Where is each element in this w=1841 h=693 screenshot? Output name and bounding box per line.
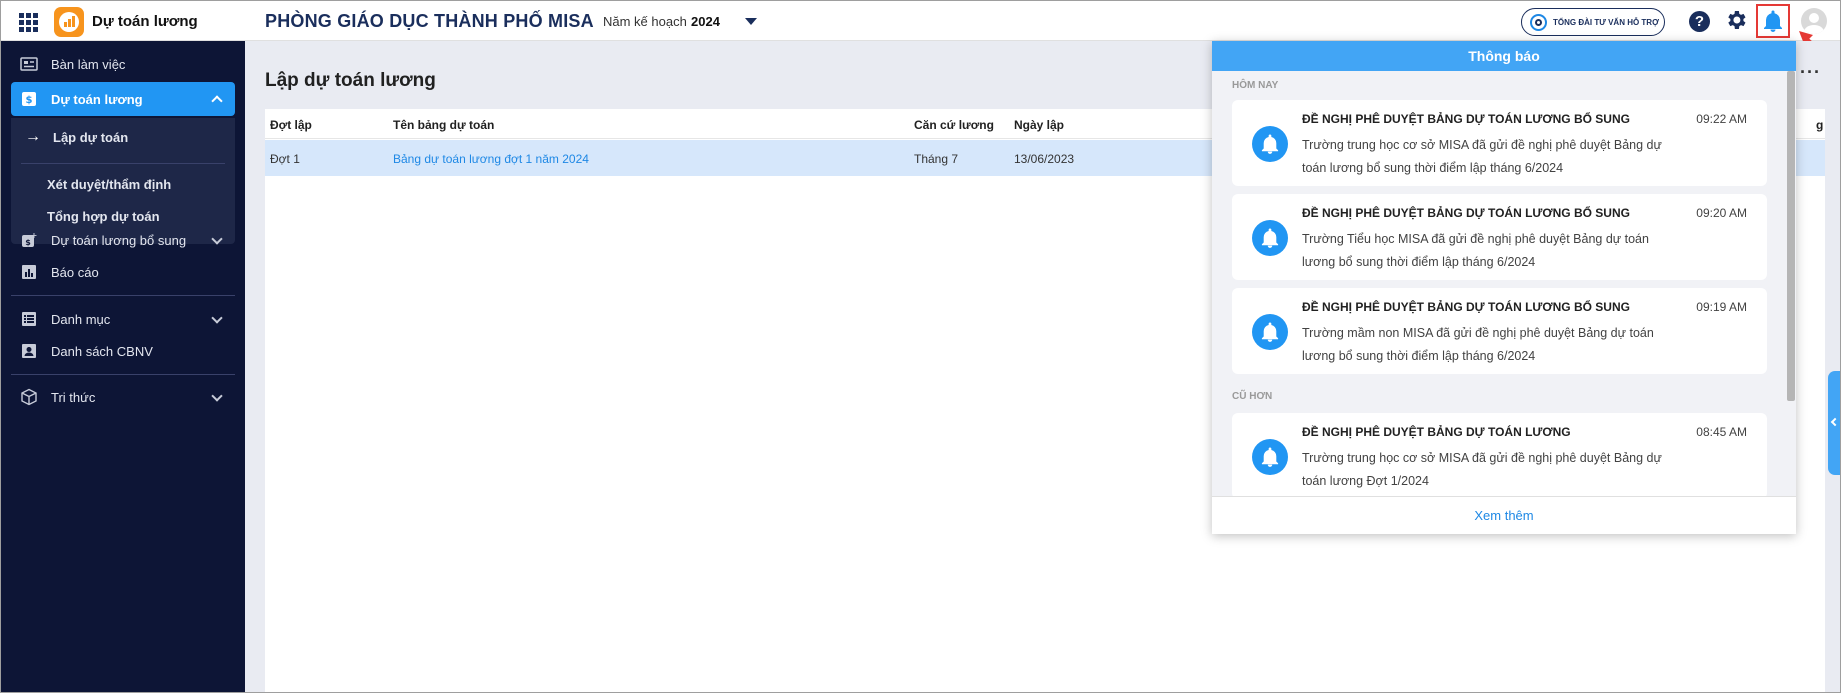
- cell-batch: Đợt 1: [270, 152, 300, 166]
- notification-item-time: 08:45 AM: [1696, 425, 1747, 439]
- sidebar-subitem-label: Lập dự toán: [53, 129, 129, 145]
- notification-item-body: Trường trung học cơ sở MISA đã gửi đề ng…: [1302, 451, 1662, 488]
- notification-item-title: ĐỀ NGHỊ PHÊ DUYỆT BẢNG DỰ TOÁN LƯƠNG BỔ …: [1302, 300, 1630, 314]
- plan-year-value[interactable]: 2024: [691, 14, 720, 29]
- notification-list[interactable]: HÔM NAY ĐỀ NGHỊ PHÊ DUYỆT BẢNG DỰ TOÁN L…: [1212, 71, 1796, 496]
- sidebar: Bàn làm việc $ Dự toán lương → Lập dự to…: [1, 41, 245, 692]
- bell-icon: [1252, 126, 1288, 162]
- notification-item[interactable]: ĐỀ NGHỊ PHÊ DUYỆT BẢNG DỰ TOÁN LƯƠNG 08:…: [1232, 413, 1767, 496]
- notification-item-time: 09:20 AM: [1696, 206, 1747, 220]
- cell-salary-basis: Tháng 7: [914, 152, 959, 166]
- sidebar-item-label: Dự toán lương bổ sung: [51, 232, 187, 248]
- apps-grid-icon[interactable]: [19, 13, 39, 32]
- report-icon: [19, 264, 39, 280]
- sidebar-item-catalog[interactable]: Danh mục: [11, 302, 235, 336]
- chevron-down-icon[interactable]: [211, 233, 223, 245]
- help-icon[interactable]: ?: [1689, 11, 1710, 32]
- app-window: Dự toán lương PHÒNG GIÁO DỤC THÀNH PHỐ M…: [0, 0, 1841, 693]
- section-today: HÔM NAY: [1232, 80, 1279, 91]
- col-header-name[interactable]: Tên bảng dự toán: [393, 118, 494, 132]
- section-older: CŨ HƠN: [1232, 391, 1273, 402]
- list-icon: [19, 311, 39, 327]
- sidebar-subitem-review[interactable]: Xét duyệt/thẩm định: [11, 168, 235, 200]
- submenu-divider: [21, 163, 225, 164]
- cube-icon: [19, 388, 39, 406]
- svg-text:+: +: [31, 232, 37, 240]
- org-name: PHÒNG GIÁO DỤC THÀNH PHỐ MISA: [265, 11, 594, 31]
- svg-text:$: $: [26, 95, 33, 106]
- notification-item-title: ĐỀ NGHỊ PHÊ DUYỆT BẢNG DỰ TOÁN LƯƠNG BỔ …: [1302, 112, 1630, 126]
- top-bar: Dự toán lương PHÒNG GIÁO DỤC THÀNH PHỐ M…: [1, 1, 1840, 41]
- sidebar-item-label: Báo cáo: [51, 264, 99, 280]
- sidebar-divider: [11, 295, 235, 296]
- side-panel-toggle[interactable]: [1828, 371, 1840, 475]
- notification-item-time: 09:22 AM: [1696, 112, 1747, 126]
- sidebar-item-salary-supplement[interactable]: $ + Dự toán lương bổ sung: [11, 223, 235, 257]
- notification-bell-button[interactable]: [1756, 4, 1790, 38]
- chevron-down-icon[interactable]: [211, 390, 223, 402]
- notification-item-body: Trường mầm non MISA đã gửi đề nghị phê d…: [1302, 326, 1654, 363]
- arrow-right-icon: →: [25, 128, 41, 145]
- sidebar-item-knowledge[interactable]: Tri thức: [11, 380, 235, 414]
- bell-icon: [1252, 314, 1288, 350]
- chevron-down-icon[interactable]: [211, 312, 223, 324]
- col-header-created-date[interactable]: Ngày lập: [1014, 118, 1064, 132]
- notification-item[interactable]: ĐỀ NGHỊ PHÊ DUYỆT BẢNG DỰ TOÁN LƯƠNG BỔ …: [1232, 288, 1767, 374]
- notification-popup: Thông báo HÔM NAY ĐỀ NGHỊ PHÊ DUYỆT BẢNG…: [1212, 41, 1796, 534]
- support-hotline-label: TỔNG ĐÀI TƯ VẤN HỖ TRỢ: [1553, 17, 1659, 27]
- bell-icon: [1252, 220, 1288, 256]
- desk-icon: [19, 56, 39, 72]
- sidebar-item-salary-estimate[interactable]: $ Dự toán lương: [11, 82, 235, 116]
- sidebar-item-label: Tri thức: [51, 389, 96, 405]
- caret-down-icon[interactable]: [745, 18, 757, 25]
- notification-item[interactable]: ĐỀ NGHỊ PHÊ DUYỆT BẢNG DỰ TOÁN LƯƠNG BỔ …: [1232, 194, 1767, 280]
- col-header-cut-off: g: [1816, 118, 1824, 132]
- see-more-link[interactable]: Xem thêm: [1212, 496, 1796, 534]
- sidebar-item-desk[interactable]: Bàn làm việc: [11, 47, 235, 81]
- chevron-up-icon[interactable]: [211, 95, 223, 107]
- gear-icon[interactable]: [1724, 8, 1748, 37]
- bell-icon: [1252, 439, 1288, 475]
- bell-icon: [1764, 10, 1782, 32]
- plan-year-label: Năm kế hoạch: [603, 14, 687, 29]
- cell-created-date: 13/06/2023: [1014, 152, 1075, 166]
- more-options-icon[interactable]: ···: [1800, 62, 1821, 83]
- notification-item-body: Trường trung học cơ sở MISA đã gửi đề ng…: [1302, 138, 1662, 175]
- col-header-salary-basis[interactable]: Căn cứ lương: [914, 118, 994, 132]
- sidebar-item-staff-list[interactable]: Danh sách CBNV: [11, 334, 235, 368]
- cell-estimate-name-link[interactable]: Bảng dự toán lương đợt 1 năm 2024: [393, 152, 589, 166]
- page-title: Lập dự toán lương: [265, 70, 436, 91]
- sidebar-item-label: Dự toán lương: [51, 91, 143, 107]
- notification-title: Thông báo: [1212, 41, 1796, 71]
- notification-item-title: ĐỀ NGHỊ PHÊ DUYỆT BẢNG DỰ TOÁN LƯƠNG: [1302, 425, 1571, 439]
- notification-item[interactable]: ĐỀ NGHỊ PHÊ DUYỆT BẢNG DỰ TOÁN LƯƠNG BỔ …: [1232, 100, 1767, 186]
- support-hotline-button[interactable]: TỔNG ĐÀI TƯ VẤN HỖ TRỢ: [1521, 8, 1665, 36]
- notification-scrollbar[interactable]: [1786, 71, 1796, 496]
- notification-item-title: ĐỀ NGHỊ PHÊ DUYỆT BẢNG DỰ TOÁN LƯƠNG BỔ …: [1302, 206, 1630, 220]
- app-name[interactable]: Dự toán lương: [92, 13, 198, 30]
- salary-add-icon: $ +: [19, 232, 39, 248]
- sidebar-item-label: Danh sách CBNV: [51, 343, 153, 359]
- sidebar-subitem-label: Xét duyệt/thẩm định: [47, 176, 172, 192]
- sidebar-divider: [11, 374, 235, 375]
- sidebar-item-label: Danh mục: [51, 311, 111, 327]
- salary-icon: $: [19, 91, 39, 107]
- support-phone-icon: [1530, 13, 1547, 31]
- staff-icon: [19, 343, 39, 359]
- chevron-left-icon: [1830, 417, 1840, 427]
- app-logo-icon: [54, 7, 84, 37]
- notification-item-time: 09:19 AM: [1696, 300, 1747, 314]
- scrollbar-thumb[interactable]: [1787, 71, 1795, 401]
- notification-item-body: Trường Tiểu học MISA đã gửi đề nghị phê …: [1302, 232, 1649, 269]
- sidebar-item-report[interactable]: Báo cáo: [11, 255, 235, 289]
- sidebar-subitem-label: Tổng hợp dự toán: [47, 208, 160, 224]
- col-header-batch[interactable]: Đợt lập: [270, 118, 312, 132]
- sidebar-subitem-create-estimate[interactable]: → Lập dự toán: [11, 121, 235, 153]
- sidebar-item-label: Bàn làm việc: [51, 56, 126, 72]
